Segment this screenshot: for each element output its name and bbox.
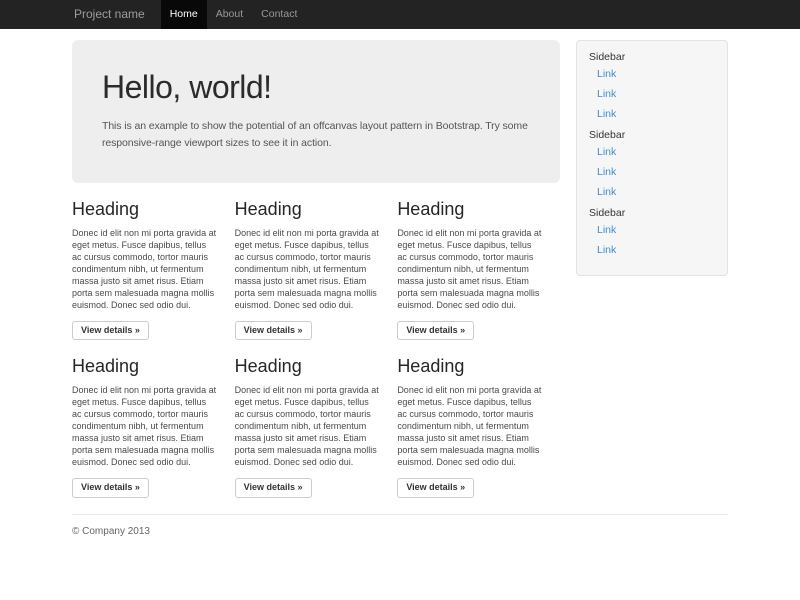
sidebar-group-title: Sidebar <box>587 51 717 63</box>
content-card: Heading Donec id elit non mi porta gravi… <box>72 356 235 498</box>
view-details-button[interactable]: View details » <box>397 321 474 341</box>
sidebar-link[interactable]: Link <box>587 220 717 240</box>
copyright-text: © Company 2013 <box>72 526 728 537</box>
sidebar-link[interactable]: Link <box>587 104 717 124</box>
sidebar-panel: Sidebar Link Link Link Sidebar Link Link… <box>576 40 728 276</box>
page-container: Hello, world! This is an example to show… <box>64 29 736 537</box>
navbar: Project name Home About Contact <box>0 0 800 29</box>
card-heading: Heading <box>72 199 217 220</box>
brand-link[interactable]: Project name <box>72 0 155 29</box>
content-card: Heading Donec id elit non mi porta gravi… <box>235 356 398 498</box>
card-body-text: Donec id elit non mi porta gravida at eg… <box>72 384 217 468</box>
content-card: Heading Donec id elit non mi porta gravi… <box>235 199 398 341</box>
footer-divider <box>72 514 728 515</box>
footer: © Company 2013 <box>64 514 736 537</box>
cards-row-1: Heading Donec id elit non mi porta gravi… <box>72 199 560 341</box>
content-card: Heading Donec id elit non mi porta gravi… <box>397 199 560 341</box>
card-body-text: Donec id elit non mi porta gravida at eg… <box>397 227 542 311</box>
sidebar-link[interactable]: Link <box>587 182 717 202</box>
view-details-button[interactable]: View details » <box>397 478 474 498</box>
sidebar-group-3: Sidebar Link Link <box>587 207 717 260</box>
view-details-button[interactable]: View details » <box>235 478 312 498</box>
card-heading: Heading <box>72 356 217 377</box>
nav-item-about: About <box>207 0 252 29</box>
sidebar-column: Sidebar Link Link Link Sidebar Link Link… <box>568 29 736 276</box>
nav-link-contact[interactable]: Contact <box>252 0 306 29</box>
jumbotron-title: Hello, world! <box>102 69 530 106</box>
card-heading: Heading <box>397 199 542 220</box>
view-details-button[interactable]: View details » <box>72 321 149 341</box>
content-card: Heading Donec id elit non mi porta gravi… <box>72 199 235 341</box>
sidebar-link[interactable]: Link <box>587 64 717 84</box>
card-body-text: Donec id elit non mi porta gravida at eg… <box>397 384 542 468</box>
nav-item-home: Home <box>161 0 207 29</box>
jumbotron: Hello, world! This is an example to show… <box>72 40 560 183</box>
navbar-container: Project name Home About Contact <box>64 0 736 29</box>
nav-link-home[interactable]: Home <box>161 0 207 29</box>
cards-row-2: Heading Donec id elit non mi porta gravi… <box>72 356 560 498</box>
main-row: Hello, world! This is an example to show… <box>64 29 736 498</box>
card-heading: Heading <box>235 199 380 220</box>
sidebar-group-2: Sidebar Link Link Link <box>587 129 717 202</box>
content-column: Hello, world! This is an example to show… <box>64 29 568 498</box>
jumbotron-description: This is an example to show the potential… <box>102 118 530 152</box>
card-body-text: Donec id elit non mi porta gravida at eg… <box>235 227 380 311</box>
sidebar-link[interactable]: Link <box>587 84 717 104</box>
sidebar-group-1: Sidebar Link Link Link <box>587 51 717 124</box>
sidebar-link[interactable]: Link <box>587 142 717 162</box>
sidebar-link[interactable]: Link <box>587 240 717 260</box>
view-details-button[interactable]: View details » <box>235 321 312 341</box>
nav-item-contact: Contact <box>252 0 306 29</box>
card-heading: Heading <box>235 356 380 377</box>
sidebar-link[interactable]: Link <box>587 162 717 182</box>
sidebar-group-title: Sidebar <box>587 207 717 219</box>
navbar-menu: Home About Contact <box>161 0 307 29</box>
sidebar-group-title: Sidebar <box>587 129 717 141</box>
nav-link-about[interactable]: About <box>207 0 252 29</box>
card-body-text: Donec id elit non mi porta gravida at eg… <box>72 227 217 311</box>
card-body-text: Donec id elit non mi porta gravida at eg… <box>235 384 380 468</box>
content-card: Heading Donec id elit non mi porta gravi… <box>397 356 560 498</box>
card-heading: Heading <box>397 356 542 377</box>
view-details-button[interactable]: View details » <box>72 478 149 498</box>
